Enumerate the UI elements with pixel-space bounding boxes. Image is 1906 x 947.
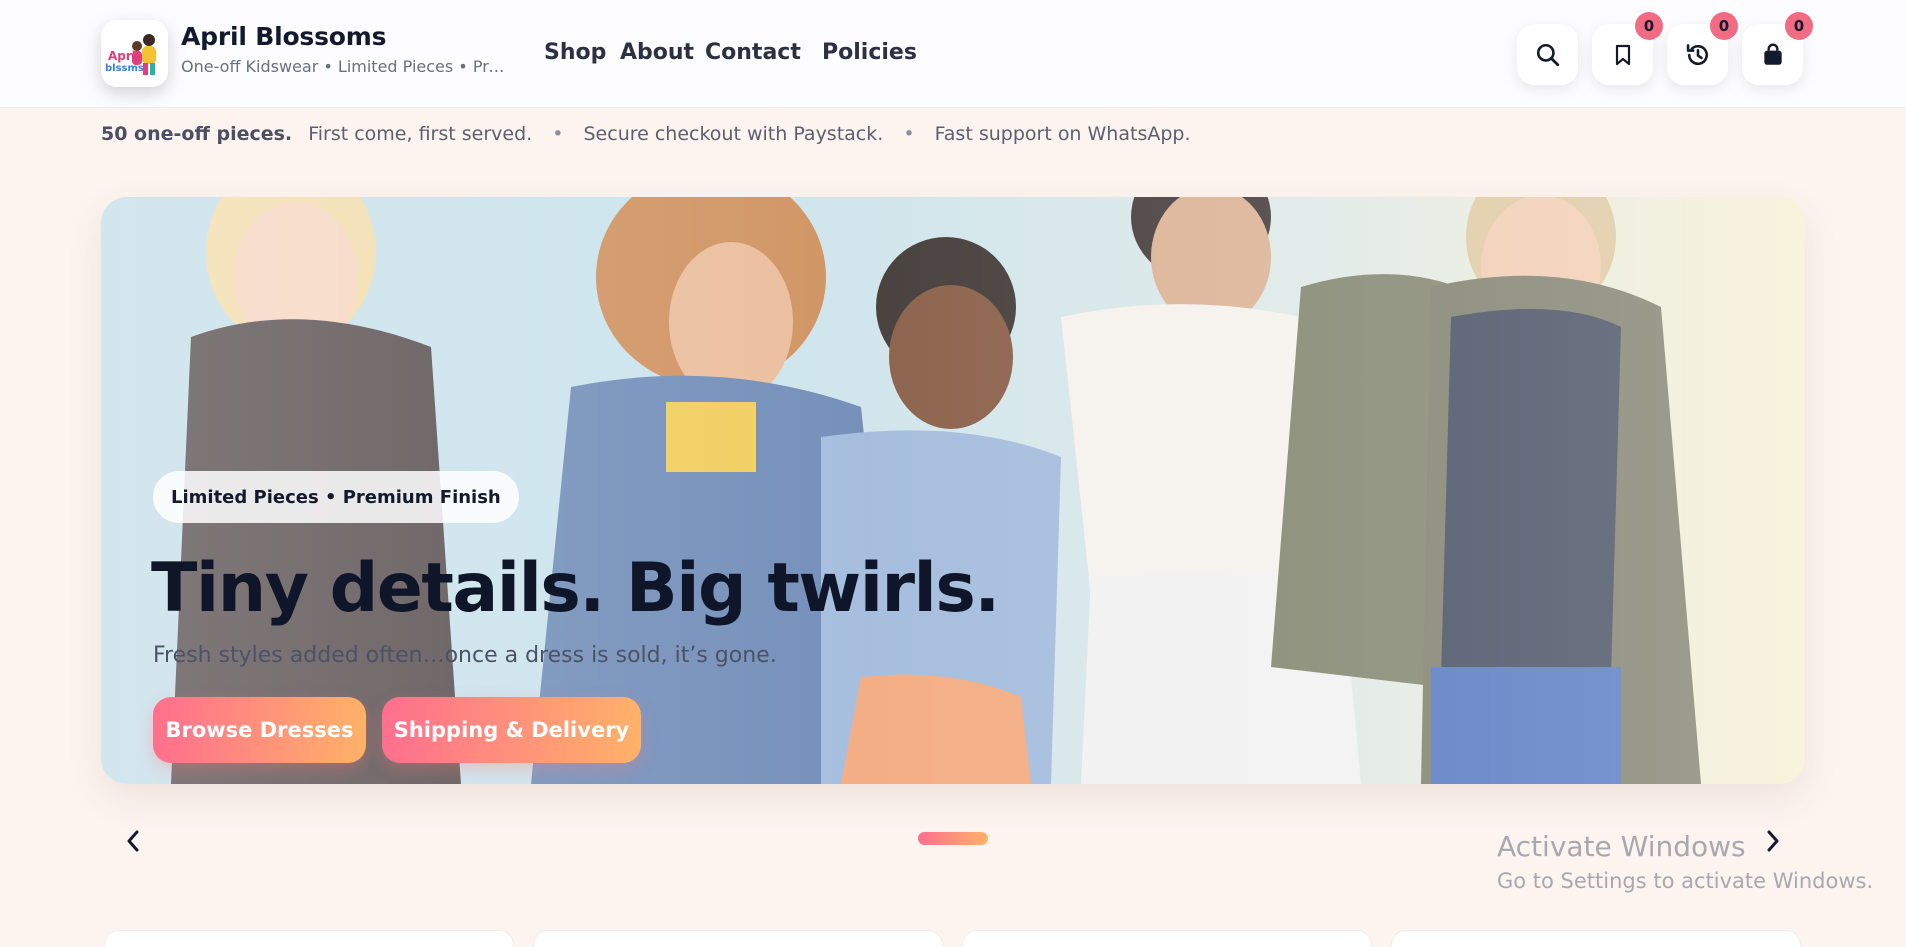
brand-logo[interactable]: April blssms bbox=[101, 20, 168, 87]
product-card[interactable] bbox=[104, 930, 514, 947]
watermark-title: Activate Windows bbox=[1497, 830, 1746, 863]
history-count-badge: 0 bbox=[1710, 12, 1738, 40]
nav-contact[interactable]: Contact bbox=[705, 40, 801, 65]
hero-title: Tiny details. Big twirls. bbox=[151, 549, 1000, 628]
shipping-delivery-button[interactable]: Shipping & Delivery bbox=[382, 697, 641, 763]
nav-shop[interactable]: Shop bbox=[544, 40, 606, 65]
svg-text:blssms: blssms bbox=[105, 63, 144, 74]
browse-dresses-button[interactable]: Browse Dresses bbox=[153, 697, 366, 763]
site-header: April blssms April Blossoms One-off Kids… bbox=[0, 0, 1906, 108]
hero-tag: Limited Pieces • Premium Finish bbox=[153, 471, 519, 523]
watermark-subtitle: Go to Settings to activate Windows. bbox=[1497, 869, 1874, 893]
announcement-separator: • bbox=[903, 123, 915, 145]
product-card[interactable] bbox=[1391, 930, 1801, 947]
product-card[interactable] bbox=[962, 930, 1372, 947]
nav-policies[interactable]: Policies bbox=[822, 40, 917, 65]
announcement-highlight: 50 one-off pieces. bbox=[101, 123, 293, 145]
shopping-bag-icon bbox=[1763, 43, 1782, 65]
search-icon bbox=[1536, 43, 1559, 66]
bookmark-icon bbox=[1615, 44, 1630, 65]
brand-logo-image: April blssms bbox=[101, 20, 168, 87]
announcement-separator: • bbox=[552, 123, 564, 145]
history-icon bbox=[1686, 43, 1708, 65]
brand-title[interactable]: April Blossoms bbox=[181, 22, 386, 51]
hero-subtitle: Fresh styles added often…once a dress is… bbox=[153, 643, 777, 668]
announcement-bar: 50 one-off pieces. First come, first ser… bbox=[101, 123, 1191, 145]
announcement-item: Fast support on WhatsApp. bbox=[934, 123, 1191, 145]
announcement-item: Secure checkout with Paystack. bbox=[583, 123, 884, 145]
os-activation-watermark: Activate Windows Go to Settings to activ… bbox=[1497, 830, 1873, 893]
wishlist-count-badge: 0 bbox=[1635, 12, 1663, 40]
chevron-left-icon bbox=[127, 830, 139, 852]
product-card[interactable] bbox=[533, 930, 943, 947]
brand-tagline: One-off Kidswear • Limited Pieces • Prem… bbox=[181, 57, 511, 76]
carousel-indicator-active[interactable] bbox=[918, 832, 988, 845]
hero-banner: Limited Pieces • Premium Finish Tiny det… bbox=[101, 197, 1805, 784]
svg-text:April: April bbox=[108, 49, 140, 63]
cart-count-badge: 0 bbox=[1785, 12, 1813, 40]
announcement-item: First come, first served. bbox=[308, 123, 533, 145]
carousel-prev-button[interactable] bbox=[118, 826, 148, 856]
search-button[interactable] bbox=[1517, 24, 1578, 85]
nav-about[interactable]: About bbox=[620, 40, 694, 65]
